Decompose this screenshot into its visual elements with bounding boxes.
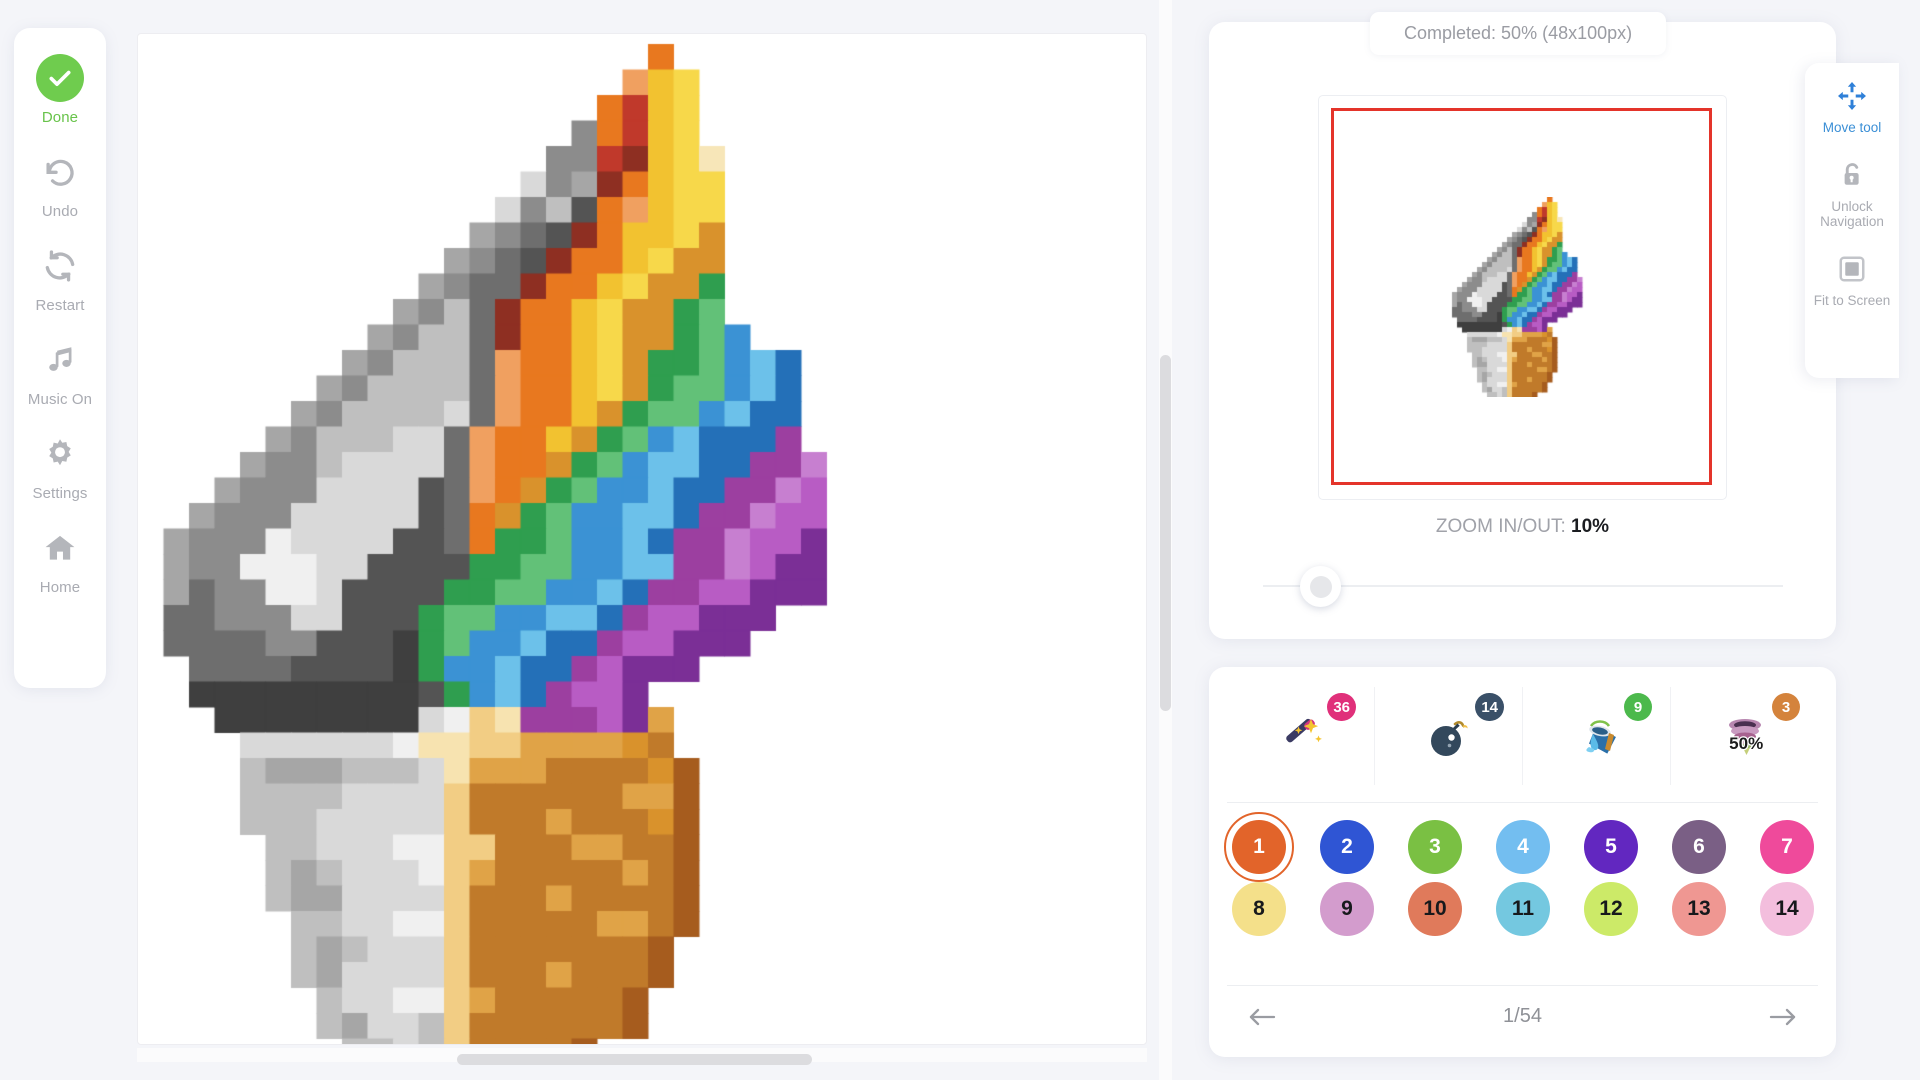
page-indicator: 1/54 [1503, 1005, 1542, 1027]
powerup-paint-bucket[interactable]: 9 [1522, 687, 1670, 785]
powerup-count-badge: 14 [1475, 693, 1504, 721]
sidebar-item-restart[interactable]: Restart [14, 242, 106, 314]
color-swatch-12[interactable]: 12 [1584, 882, 1638, 936]
magic-wand-icon [1273, 708, 1329, 764]
sidebar-item-label: Undo [41, 203, 79, 220]
bomb-icon [1421, 708, 1477, 764]
zoom-label-prefix: ZOOM IN/OUT: [1435, 516, 1566, 537]
horizontal-scrollbar-thumb[interactable] [457, 1054, 812, 1065]
color-swatch-8[interactable]: 8 [1232, 882, 1286, 936]
completion-status-badge: Completed: 50% (48x100px) [1370, 12, 1667, 55]
zoom-slider-handle[interactable] [1300, 566, 1342, 607]
arrow-right-icon[interactable] [1766, 1000, 1800, 1034]
color-swatch-5[interactable]: 5 [1584, 820, 1638, 874]
color-swatch-7[interactable]: 7 [1760, 820, 1814, 874]
tool-label: Move tool [1822, 120, 1882, 135]
color-swatch-4[interactable]: 4 [1496, 820, 1550, 874]
powerup-overlay-label: 50% [1728, 733, 1765, 755]
color-swatch-1[interactable]: 1 [1224, 812, 1294, 882]
tool-fit-to-screen[interactable]: Fit to Screen [1805, 250, 1899, 309]
navigation-tool-strip: Move tool Unlock Navigation Fit to Scree… [1805, 63, 1899, 378]
vertical-scrollbar-thumb[interactable] [1160, 355, 1171, 711]
sidebar-item-label: Settings [32, 485, 88, 502]
zoom-level-value: 10% [1571, 516, 1610, 537]
left-sidebar: Done Undo Restart Music On Settings Home [14, 28, 106, 688]
color-swatch-14[interactable]: 14 [1760, 882, 1814, 936]
restart-icon [36, 242, 84, 290]
move-arrows-icon [1833, 77, 1871, 115]
sidebar-item-music[interactable]: Music On [14, 336, 106, 408]
check-circle-icon [36, 54, 84, 102]
undo-arrow-icon [36, 148, 84, 196]
sidebar-item-settings[interactable]: Settings [14, 430, 106, 502]
palette-row: 1234567 [1224, 812, 1814, 882]
app-root: Done Undo Restart Music On Settings Home… [0, 0, 1920, 1080]
tool-unlock-navigation[interactable]: Unlock Navigation [1805, 156, 1899, 230]
color-swatch-3[interactable]: 3 [1408, 820, 1462, 874]
home-icon [36, 524, 84, 572]
paint-bucket-icon [1569, 708, 1625, 764]
sidebar-item-done[interactable]: Done [14, 54, 106, 126]
arrow-left-icon[interactable] [1245, 1000, 1279, 1034]
sidebar-item-undo[interactable]: Undo [14, 148, 106, 220]
zoom-slider[interactable] [1263, 566, 1783, 607]
sidebar-item-label: Restart [35, 297, 85, 314]
tool-label: Unlock Navigation [1820, 198, 1884, 230]
zoom-level-label: ZOOM IN/OUT: 10% [1209, 516, 1836, 538]
color-swatch-9[interactable]: 9 [1320, 882, 1374, 936]
color-swatch-10[interactable]: 10 [1408, 882, 1462, 936]
pixel-art-canvas-area[interactable] [137, 33, 1147, 1045]
palette-row: 8 9 10 11 12 13 14 [1232, 882, 1814, 936]
powerup-bomb[interactable]: 14 [1374, 687, 1522, 785]
sidebar-item-label: Home [39, 579, 81, 596]
color-swatch-11[interactable]: 11 [1496, 882, 1550, 936]
powerups-row: 36 14 9 50% 3 [1227, 687, 1818, 785]
powerup-tornado[interactable]: 50% 3 [1670, 687, 1818, 785]
gear-icon [36, 430, 84, 478]
music-note-icon [36, 336, 84, 384]
sidebar-item-label: Done [41, 109, 79, 126]
pixel-art-canvas[interactable] [138, 34, 1146, 1044]
powerup-magic-wand[interactable]: 36 [1227, 687, 1374, 785]
powerup-count-badge: 9 [1624, 693, 1652, 721]
color-swatch-13[interactable]: 13 [1672, 882, 1726, 936]
sidebar-item-home[interactable]: Home [14, 524, 106, 596]
powerup-count-badge: 36 [1327, 693, 1356, 721]
fit-to-screen-icon [1833, 250, 1871, 288]
tool-label: Fit to Screen [1813, 292, 1891, 308]
palette-divider [1227, 802, 1818, 803]
minimap-container[interactable] [1318, 95, 1727, 500]
color-swatch-6[interactable]: 6 [1672, 820, 1726, 874]
minimap-canvas [1446, 196, 1597, 397]
sidebar-item-label: Music On [27, 391, 93, 408]
color-palette: 1 2 3 4 5 6 7 8 9 10 11 12 13 14 [1224, 812, 1814, 936]
minimap-viewport-indicator[interactable] [1331, 108, 1712, 485]
powerup-count-badge: 3 [1772, 693, 1800, 721]
palette-pager: 1/54 [1227, 985, 1818, 1047]
color-swatch-2[interactable]: 2 [1320, 820, 1374, 874]
unlock-padlock-icon [1833, 156, 1871, 194]
tool-move[interactable]: Move tool [1805, 77, 1899, 136]
